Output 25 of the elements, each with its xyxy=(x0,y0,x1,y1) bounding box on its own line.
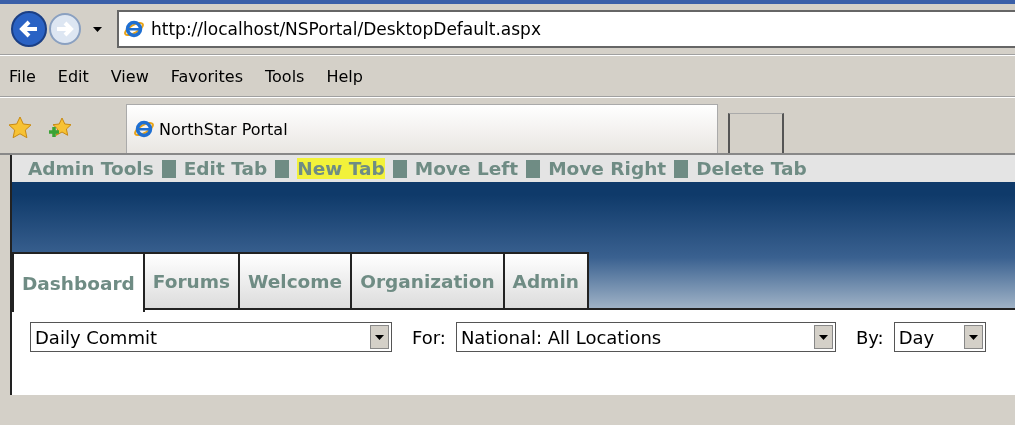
forward-icon xyxy=(48,12,82,46)
dropdown[interactable]: Day xyxy=(893,322,986,352)
menu-item[interactable]: Edit xyxy=(57,66,89,86)
new-tab-button[interactable] xyxy=(728,113,784,153)
dropdown-icon xyxy=(92,25,103,33)
menu-item[interactable]: View xyxy=(110,66,149,86)
star-icon xyxy=(8,115,32,139)
field-label: By: xyxy=(855,326,884,348)
dropdown[interactable]: National: All Locations xyxy=(455,322,836,352)
caret-icon xyxy=(375,334,384,340)
back-icon xyxy=(10,10,48,48)
field-label: For: xyxy=(412,326,446,348)
dropdown[interactable]: Daily Commit xyxy=(30,322,392,352)
add-favorite-icon xyxy=(48,116,72,138)
address-field[interactable]: http://localhost/NSPortal/DesktopDefault.aspx xyxy=(117,10,1015,48)
menu-item[interactable]: File xyxy=(9,66,36,86)
caret-icon xyxy=(968,334,978,340)
caret-icon xyxy=(818,334,828,340)
menu-item[interactable]: Favorites xyxy=(170,66,243,86)
page-tab[interactable]: Dashboard xyxy=(12,252,145,312)
menu-item[interactable]: Tools xyxy=(265,66,305,86)
browser-logo-icon xyxy=(133,118,155,140)
menu-item[interactable]: Help xyxy=(326,66,363,86)
browser-tab[interactable]: NorthStar Portal xyxy=(126,104,718,153)
page-icon xyxy=(123,18,145,40)
